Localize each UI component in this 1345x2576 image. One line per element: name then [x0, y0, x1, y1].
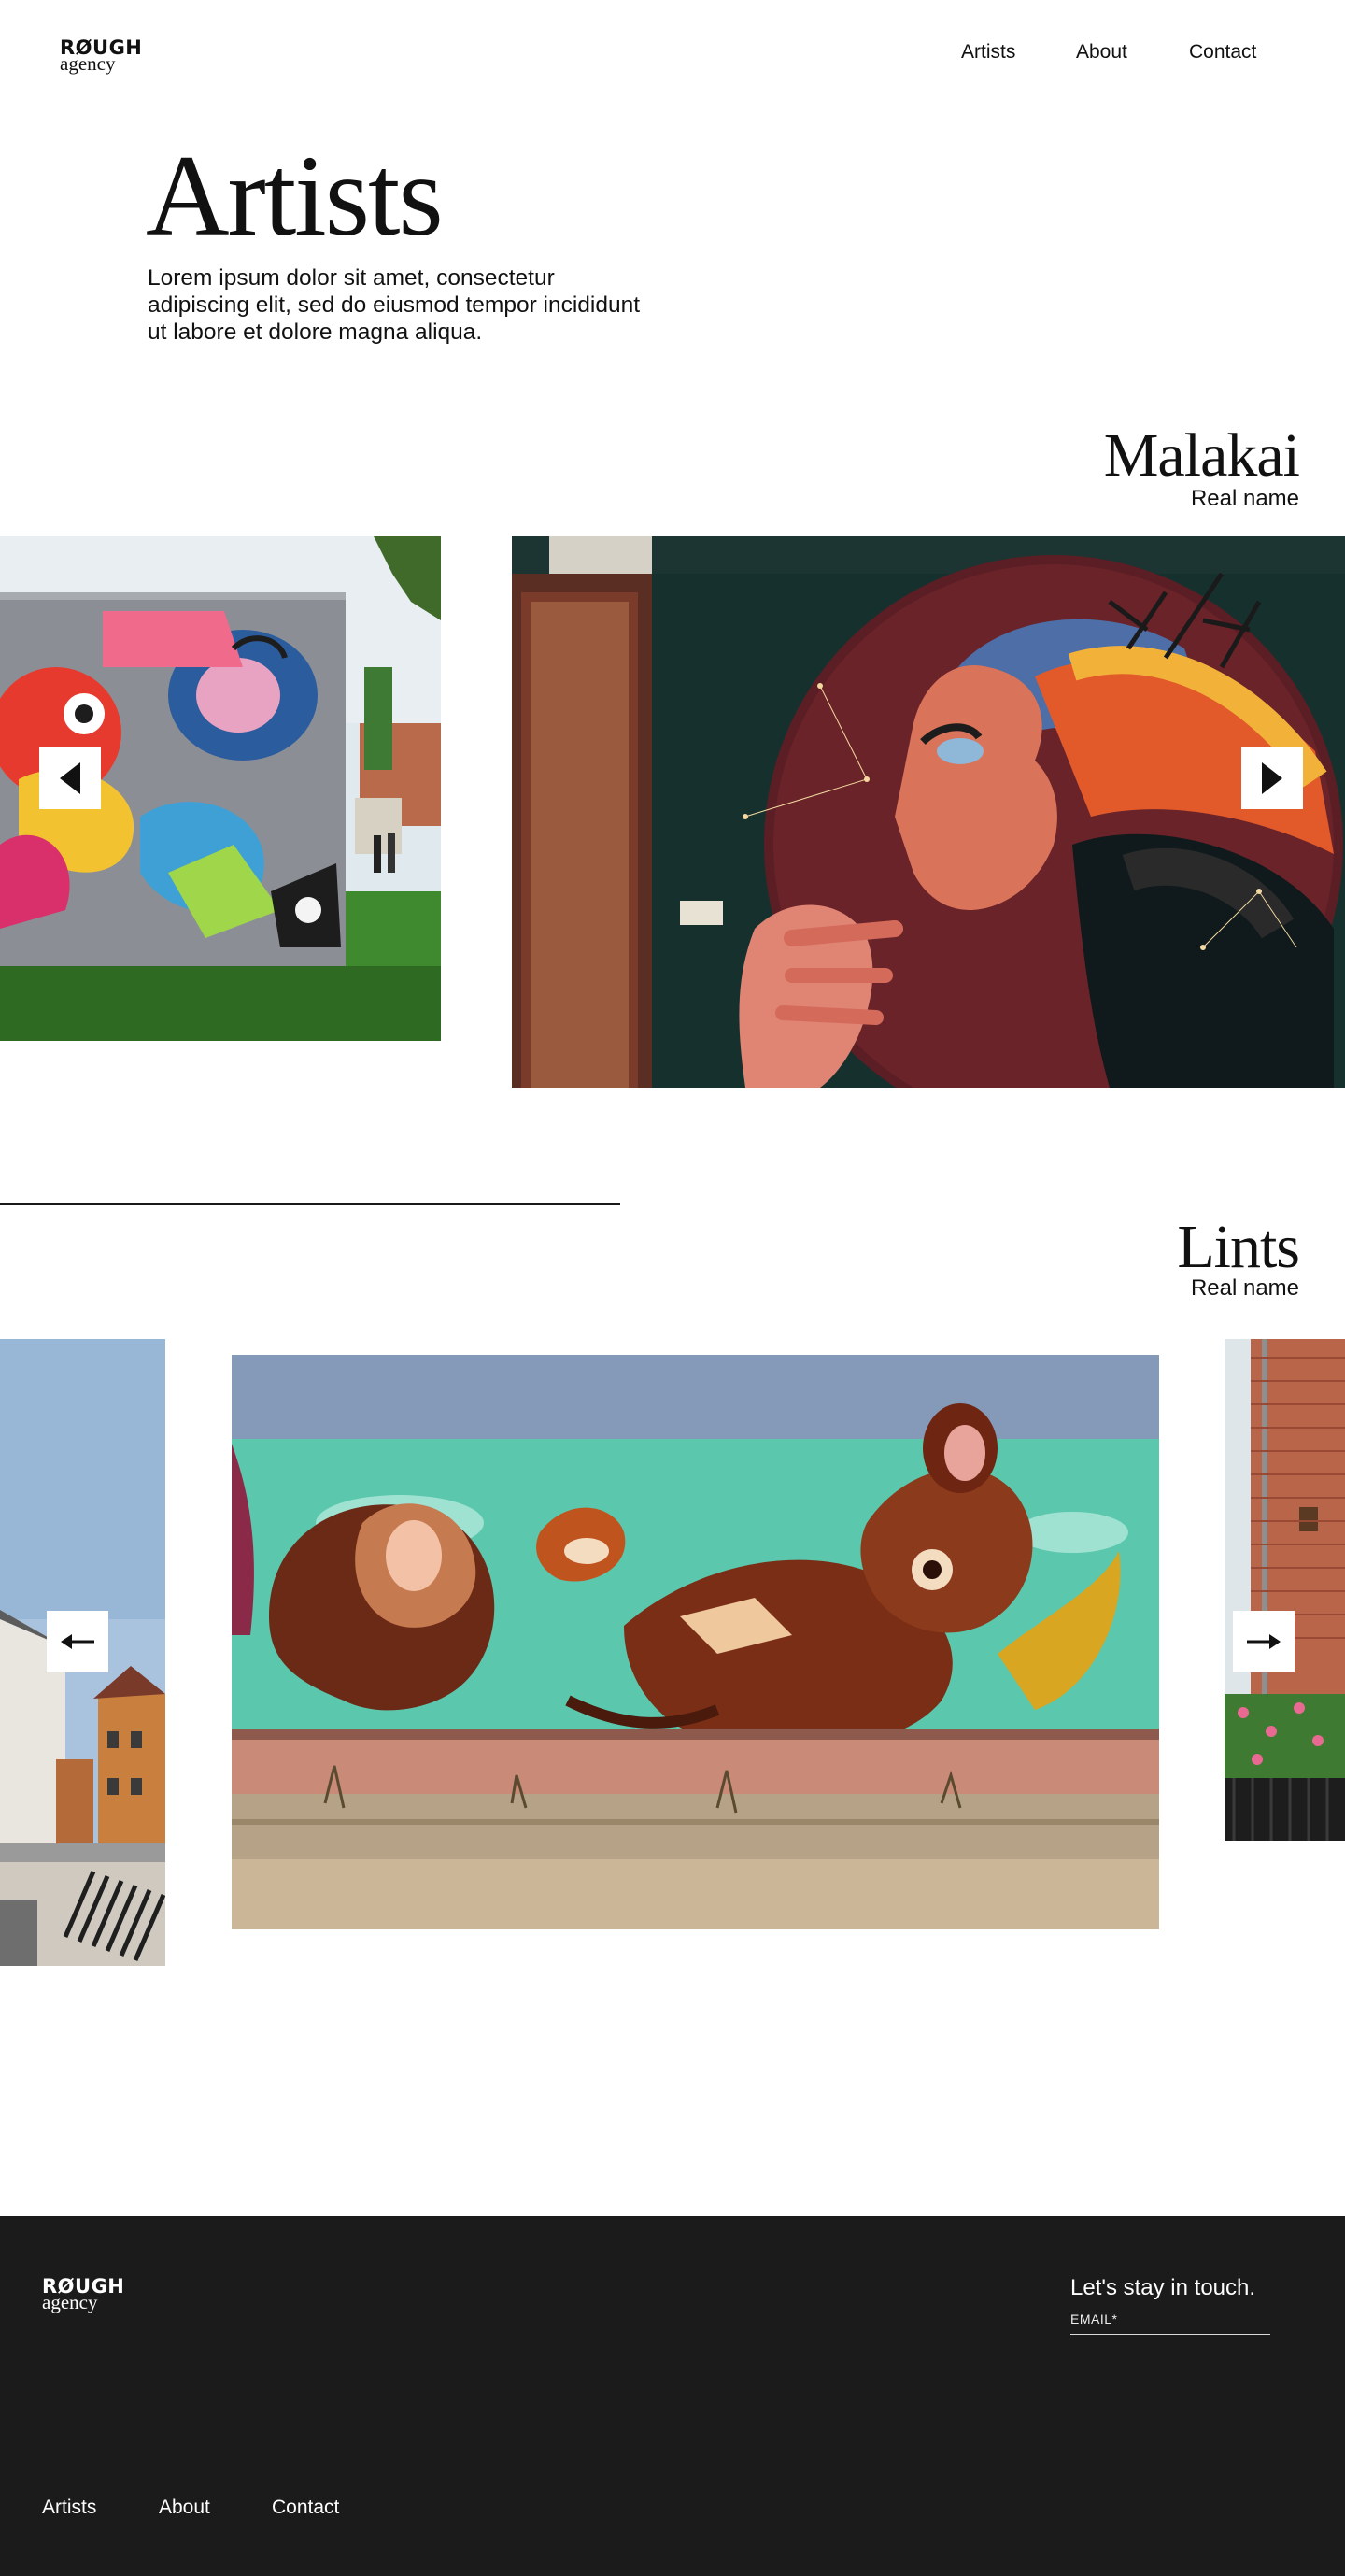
page-title: Artists [146, 132, 444, 260]
newsletter-heading: Let's stay in touch. [1070, 2275, 1256, 2300]
artist-real-name: Real name [1190, 1275, 1299, 1301]
intro-text: Lorem ipsum dolor sit amet, consectetur … [148, 265, 641, 345]
carousel-next-button[interactable] [1241, 747, 1303, 809]
triangle-right-icon [1262, 762, 1282, 794]
artwork-image-woman-mural [512, 536, 1345, 1088]
nav-about[interactable]: About [1076, 41, 1127, 64]
carousel-prev-button[interactable] [39, 747, 101, 809]
artist-name: Malakai [1103, 421, 1300, 490]
triangle-left-icon [60, 762, 80, 794]
footer-nav-contact[interactable]: Contact [272, 2497, 339, 2519]
site-footer: RØUGH agency Let's stay in touch. EMAIL*… [0, 2216, 1345, 2576]
arrow-left-icon [61, 1634, 94, 1649]
arrow-right-icon [1247, 1634, 1281, 1649]
nav-contact[interactable]: Contact [1189, 41, 1256, 64]
section-divider [0, 1203, 620, 1205]
footer-nav-about[interactable]: About [159, 2497, 210, 2519]
logo-subtitle: agency [60, 52, 116, 75]
footer-nav-artists[interactable]: Artists [42, 2497, 96, 2519]
artist-name: Lints [1177, 1213, 1300, 1281]
footer-logo[interactable]: RØUGH agency [42, 2276, 145, 2313]
carousel-next-button[interactable] [1233, 1611, 1295, 1672]
carousel-prev-button[interactable] [47, 1611, 108, 1672]
nav-artists[interactable]: Artists [961, 41, 1015, 64]
logo-subtitle: agency [42, 2291, 98, 2313]
brand-logo[interactable]: RØUGH agency [60, 37, 163, 75]
artwork-image-brick-building [1225, 1339, 1345, 1841]
email-input[interactable] [1070, 2306, 1270, 2335]
artwork-image-creature-mural [232, 1355, 1159, 1929]
artist-real-name: Real name [1190, 486, 1299, 511]
